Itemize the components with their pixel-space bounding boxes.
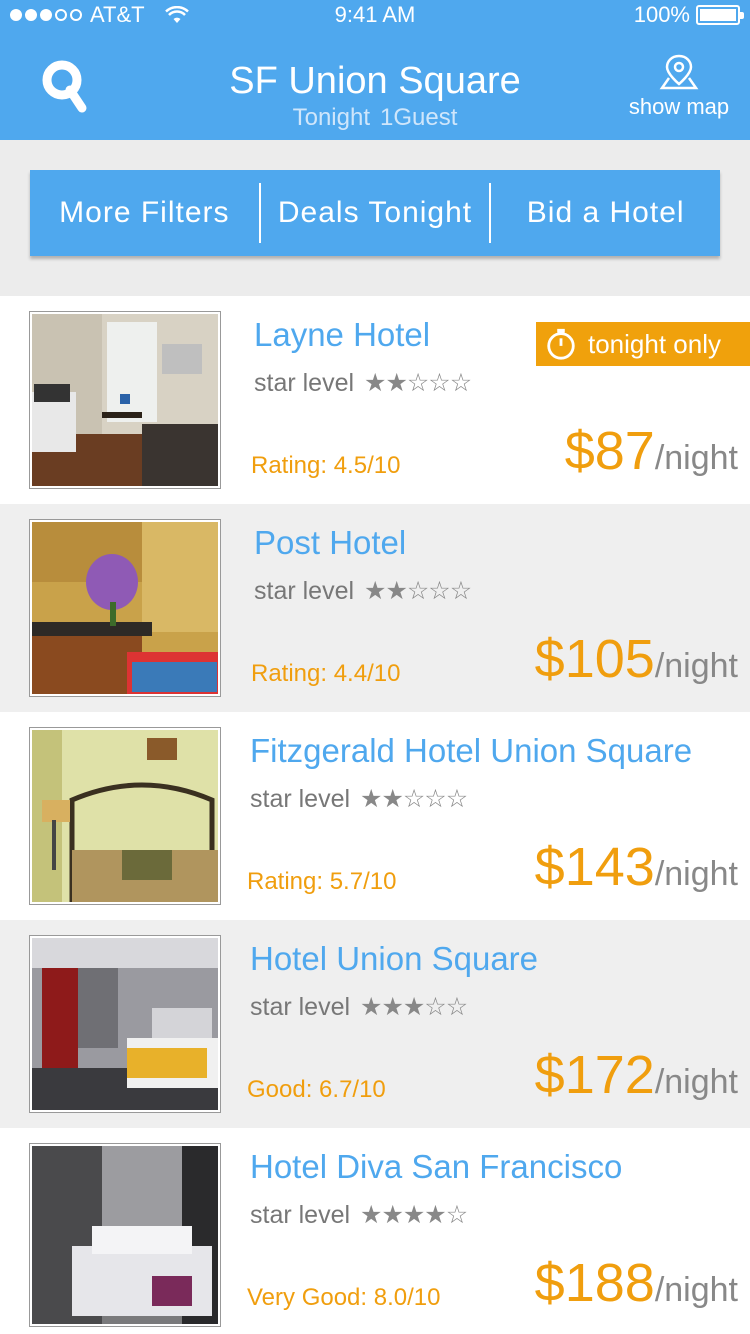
hotel-row[interactable]: Hotel Union Square star level ★★★☆☆ Good…	[0, 920, 750, 1128]
badge-label: tonight only	[588, 328, 721, 359]
map-pin-icon	[659, 54, 699, 90]
deals-tonight-button[interactable]: Deals Tonight	[261, 170, 490, 256]
star-level: star level ★★☆☆☆	[254, 576, 472, 606]
star-level-label: star level	[250, 784, 351, 813]
hotel-photo	[30, 936, 220, 1112]
star-level: star level ★★☆☆☆	[254, 368, 472, 398]
battery-percent: 100%	[633, 2, 690, 27]
more-filters-button[interactable]: More Filters	[30, 170, 259, 256]
hotel-photo	[30, 520, 220, 696]
price-amount: $105	[534, 629, 655, 689]
guest-label: 1Guest	[380, 104, 458, 131]
battery-icon	[696, 5, 744, 25]
star-level: star level ★★☆☆☆	[250, 784, 468, 814]
filter-bar: More Filters Deals Tonight Bid a Hotel	[30, 170, 720, 256]
price-amount: $188	[534, 1253, 655, 1313]
price-amount: $87	[564, 421, 655, 481]
show-map-label: show map	[628, 94, 730, 119]
guest-rating: Rating: 5.7/10	[247, 868, 397, 895]
price-amount: $143	[534, 837, 655, 897]
battery-indicator: 100%	[633, 2, 744, 28]
price-unit: /night	[654, 855, 738, 893]
price-amount: $172	[534, 1045, 655, 1105]
guest-rating: Rating: 4.4/10	[251, 660, 401, 687]
star-rating-icon: ★★★★☆	[360, 1201, 468, 1229]
tonight-only-badge: tonight only	[536, 322, 750, 366]
stopwatch-icon	[547, 328, 575, 360]
star-level: star level ★★★☆☆	[250, 992, 468, 1022]
hotel-row[interactable]: Layne Hotel star level ★★☆☆☆ Rating: 4.5…	[0, 296, 750, 504]
hotel-name[interactable]: Post Hotel	[254, 524, 406, 562]
bid-hotel-button[interactable]: Bid a Hotel	[491, 170, 720, 256]
price: $143/night	[535, 836, 738, 898]
price: $87/night	[565, 420, 738, 482]
hotel-name[interactable]: Hotel Diva San Francisco	[250, 1148, 622, 1186]
price-unit: /night	[654, 1063, 738, 1101]
guest-rating: Very Good: 8.0/10	[247, 1284, 441, 1311]
price-unit: /night	[654, 439, 738, 477]
star-rating-icon: ★★☆☆☆	[360, 785, 468, 813]
price: $172/night	[535, 1044, 738, 1106]
guest-rating: Good: 6.7/10	[247, 1076, 386, 1103]
star-level-label: star level	[254, 368, 355, 397]
star-level-label: star level	[250, 1200, 351, 1229]
star-rating-icon: ★★☆☆☆	[364, 369, 472, 397]
price: $188/night	[535, 1252, 738, 1314]
hotel-row[interactable]: Fitzgerald Hotel Union Square star level…	[0, 712, 750, 920]
star-rating-icon: ★★☆☆☆	[364, 577, 472, 605]
price: $105/night	[535, 628, 738, 690]
star-rating-icon: ★★★☆☆	[360, 993, 468, 1021]
star-level-label: star level	[254, 576, 355, 605]
date-label: Tonight	[292, 104, 370, 131]
hotel-row[interactable]: Hotel Diva San Francisco star level ★★★★…	[0, 1128, 750, 1334]
price-unit: /night	[654, 1271, 738, 1309]
hotel-photo	[30, 312, 220, 488]
guest-rating: Rating: 4.5/10	[251, 452, 401, 479]
hotel-list: Layne Hotel star level ★★☆☆☆ Rating: 4.5…	[0, 296, 750, 1334]
star-level-label: star level	[250, 992, 351, 1021]
app-header: AT&T 9:41 AM 100% SF Union Square Tonigh…	[0, 0, 750, 140]
hotel-name[interactable]: Layne Hotel	[254, 316, 430, 354]
status-bar: AT&T 9:41 AM 100%	[0, 0, 750, 30]
hotel-name[interactable]: Hotel Union Square	[250, 940, 538, 978]
hotel-row[interactable]: Post Hotel star level ★★☆☆☆ Rating: 4.4/…	[0, 504, 750, 712]
show-map-button[interactable]: show map	[622, 54, 736, 120]
hotel-name[interactable]: Fitzgerald Hotel Union Square	[250, 732, 692, 770]
hotel-photo	[30, 728, 220, 904]
star-level: star level ★★★★☆	[250, 1200, 468, 1230]
price-unit: /night	[654, 647, 738, 685]
hotel-photo	[30, 1144, 220, 1326]
